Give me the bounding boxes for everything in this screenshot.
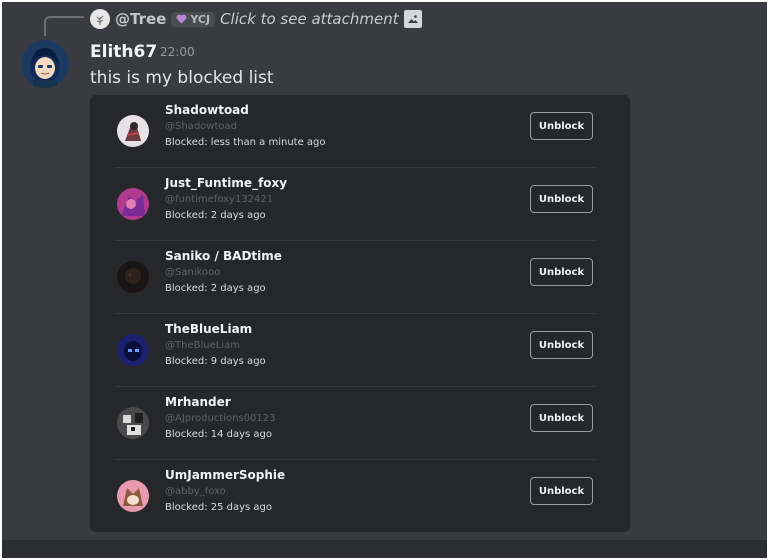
- user-name: UmJammerSophie: [165, 468, 286, 482]
- unblock-button[interactable]: Unblock: [530, 112, 593, 140]
- user-name: Saniko / BADtime: [165, 249, 282, 263]
- unblock-button[interactable]: Unblock: [530, 404, 593, 432]
- reply-preview[interactable]: @Tree YCJ Click to see attachment: [90, 8, 422, 30]
- blocked-time: Blocked: 25 days ago: [165, 502, 273, 513]
- user-handle: @TheBlueLiam: [165, 340, 240, 351]
- blocked-user-row: TheBlueLiam @TheBlueLiam Blocked: 9 days…: [115, 314, 595, 387]
- user-avatar: [117, 334, 149, 366]
- author-name[interactable]: Elith67: [90, 42, 157, 62]
- reply-author-name[interactable]: @Tree: [115, 10, 166, 28]
- reply-connector-line: [44, 16, 84, 36]
- attachment-image[interactable]: Shadowtoad @Shadowtoad Blocked: less tha…: [90, 95, 630, 532]
- user-handle: @funtimefoxy132421: [165, 194, 274, 205]
- blocked-time: Blocked: 14 days ago: [165, 429, 273, 440]
- user-avatar: [117, 188, 149, 220]
- message-input-bar[interactable]: [2, 540, 767, 558]
- user-name: Just_Funtime_foxy: [165, 176, 288, 190]
- chat-area: @Tree YCJ Click to see attachment Elith6…: [2, 2, 767, 558]
- reply-guild-tag: YCJ: [171, 11, 216, 27]
- user-name: Mrhander: [165, 395, 231, 409]
- blocked-user-row: Mrhander @AJproductions00123 Blocked: 14…: [115, 387, 595, 460]
- tree-avatar-icon[interactable]: [90, 9, 110, 29]
- user-avatar: [117, 261, 149, 293]
- user-handle: @AJproductions00123: [165, 413, 276, 424]
- unblock-button[interactable]: Unblock: [530, 477, 593, 505]
- user-name: Shadowtoad: [165, 103, 249, 117]
- heart-icon: [176, 14, 187, 24]
- user-avatar: [117, 407, 149, 439]
- blocked-user-row: Saniko / BADtime @Sanikooo Blocked: 2 da…: [115, 241, 595, 314]
- unblock-button[interactable]: Unblock: [530, 185, 593, 213]
- message-text: this is my blocked list: [90, 68, 274, 88]
- user-avatar: [117, 480, 149, 512]
- user-handle: @Shadowtoad: [165, 121, 237, 132]
- unblock-button[interactable]: Unblock: [530, 258, 593, 286]
- user-name: TheBlueLiam: [165, 322, 253, 336]
- reply-text[interactable]: Click to see attachment: [220, 10, 399, 28]
- blocked-time: Blocked: 2 days ago: [165, 283, 266, 294]
- image-icon[interactable]: [403, 10, 422, 28]
- unblock-button[interactable]: Unblock: [530, 331, 593, 359]
- blocked-time: Blocked: less than a minute ago: [165, 137, 326, 148]
- user-avatar: [117, 115, 149, 147]
- blocked-user-row: UmJammerSophie @abby_foxo Blocked: 25 da…: [115, 460, 595, 532]
- reply-guild-tag-label: YCJ: [190, 12, 211, 26]
- blocked-user-row: Shadowtoad @Shadowtoad Blocked: less tha…: [115, 95, 595, 168]
- blocked-time: Blocked: 9 days ago: [165, 356, 266, 367]
- blocked-user-row: Just_Funtime_foxy @funtimefoxy132421 Blo…: [115, 168, 595, 241]
- user-handle: @abby_foxo: [165, 486, 226, 497]
- message-timestamp: 22:00: [160, 45, 195, 59]
- user-handle: @Sanikooo: [165, 267, 221, 278]
- blocked-time: Blocked: 2 days ago: [165, 210, 266, 221]
- author-avatar[interactable]: [21, 40, 69, 88]
